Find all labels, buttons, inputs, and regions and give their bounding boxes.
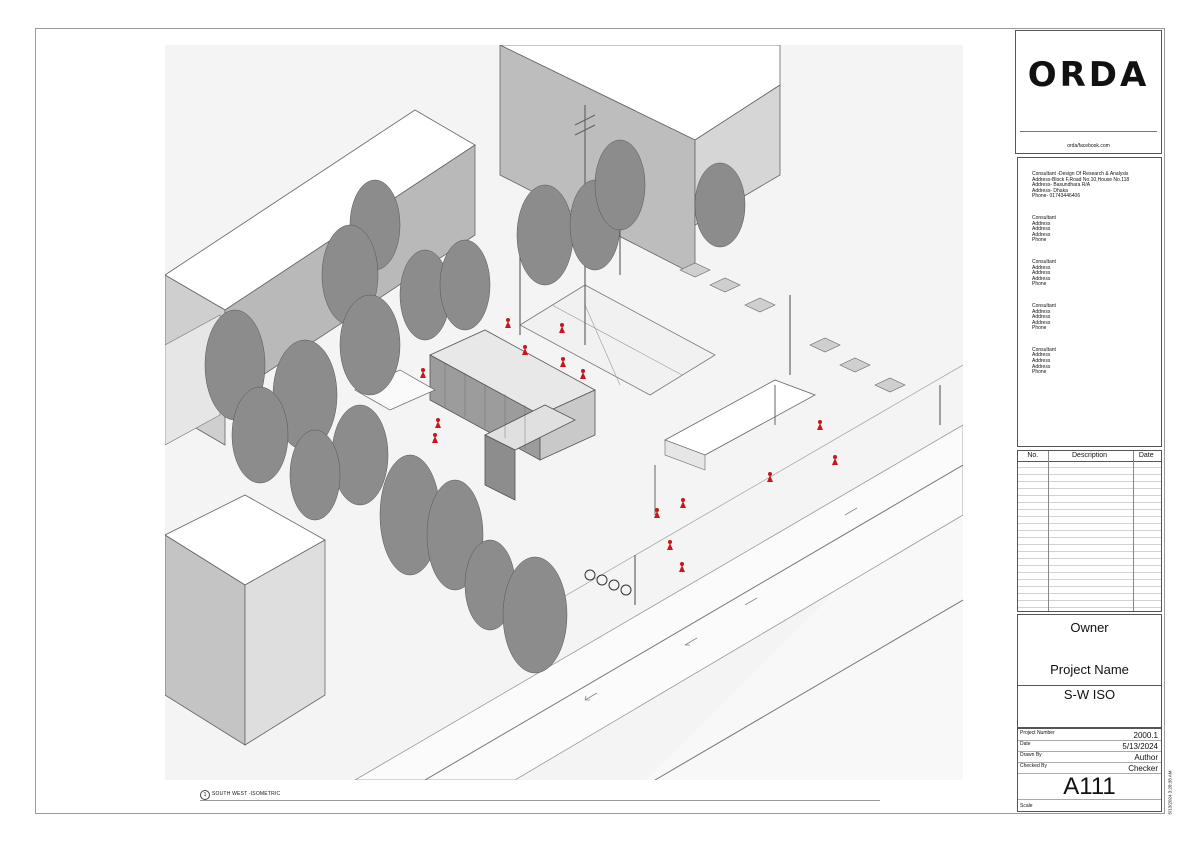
person-figure — [680, 498, 686, 508]
facebook-link[interactable]: orda/facebook.com — [1016, 143, 1161, 149]
person-figure — [432, 433, 438, 443]
view-tag: 1 SOUTH WEST -ISOMETRIC — [200, 790, 880, 801]
revision-rows — [1018, 461, 1161, 611]
person-figure — [560, 357, 566, 367]
isometric-drawing — [165, 45, 963, 780]
project-number-label: Project Number — [1020, 730, 1055, 736]
date-value: 5/13/2024 — [1122, 742, 1158, 751]
view-name: S-W ISO — [1063, 687, 1116, 702]
drawn-by-label: Drawn By — [1020, 752, 1042, 758]
project-info-block: Project Number 2000.1 Date 5/13/2024 Dra… — [1017, 728, 1162, 812]
view-number: 1 — [200, 790, 210, 800]
view-title: SOUTH WEST -ISOMETRIC — [212, 791, 281, 797]
consultant-list: Consultant -Design Of Research & Analysi… — [1017, 157, 1162, 447]
person-figure — [817, 420, 823, 430]
scale-row: Scale — [1018, 799, 1161, 813]
isometric-svg — [165, 45, 963, 780]
checked-by-label: Checked By — [1020, 763, 1047, 769]
person-figure — [679, 562, 685, 572]
revision-description-header: Description — [1072, 452, 1108, 459]
person-figure — [522, 345, 528, 355]
logo-divider — [1020, 131, 1157, 132]
person-figure — [580, 369, 586, 379]
owner-name: Owner — [1070, 620, 1109, 635]
person-figure — [832, 455, 838, 465]
revision-col-divider — [1133, 451, 1134, 611]
view-name-block: S-W ISO — [1017, 686, 1162, 728]
revision-date-header: Date — [1138, 452, 1154, 459]
revision-no-header: No. — [1027, 452, 1039, 459]
project-name: Project Name — [1050, 662, 1129, 677]
drawn-by-value: Author — [1134, 753, 1158, 762]
consultant-line: Phone — [1032, 237, 1047, 244]
title-block-logo: ORDA orda/facebook.com — [1015, 30, 1162, 154]
consultant-line: Phone — [1032, 369, 1047, 376]
checked-by-value: Checker — [1128, 764, 1158, 773]
consultant-block: Consultant -Design Of Research & Analysi… — [1032, 171, 1161, 200]
person-figure — [435, 418, 441, 428]
consultant-block: Consultant Address Address Address Phone — [1032, 303, 1161, 332]
date-label: Date — [1020, 741, 1031, 747]
owner-block: Owner Project Name — [1017, 614, 1162, 686]
print-stamp-text: 5/13/2024 3:28:38 AM — [1167, 770, 1173, 815]
revision-table: No. Description Date — [1017, 450, 1162, 612]
revision-col-divider — [1048, 451, 1049, 611]
consultant-block: Consultant Address Address Address Phone — [1032, 259, 1161, 288]
consultant-block: Consultant Address Address Address Phone — [1032, 347, 1161, 376]
person-figure — [420, 368, 426, 378]
consultant-line: Phone — [1032, 281, 1047, 288]
consultant-block: Consultant Address Address Address Phone — [1032, 215, 1161, 244]
person-figure — [667, 540, 673, 550]
person-figure — [505, 318, 511, 328]
print-stamp: 5/13/2024 3:28:38 AM — [1164, 760, 1174, 816]
sheet-number: A111 — [1063, 773, 1116, 800]
project-number: 2000.1 — [1133, 731, 1158, 740]
company-logo: ORDA — [1027, 55, 1150, 95]
consultant-line: Phone- 01743446406 — [1032, 193, 1081, 200]
consultant-line: Phone — [1032, 325, 1047, 332]
scale-label: Scale — [1020, 803, 1033, 809]
person-figure — [767, 472, 773, 482]
